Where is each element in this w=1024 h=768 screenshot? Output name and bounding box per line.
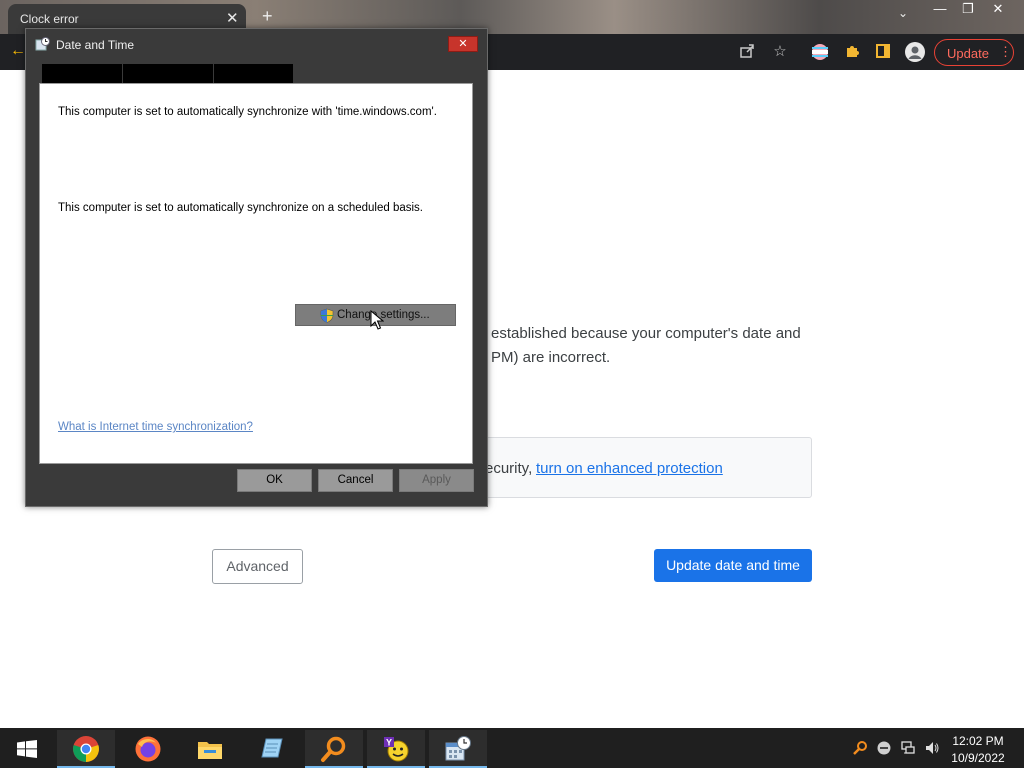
back-arrow-icon[interactable]: ← (10, 42, 26, 60)
sync-server-text: This computer is set to automatically sy… (58, 106, 437, 118)
window-close-icon[interactable]: ✕ (983, 0, 1013, 18)
new-tab-icon[interactable]: + (262, 6, 273, 27)
date-time-app-icon (35, 37, 50, 52)
tab-search-icon[interactable]: ⌄ (898, 6, 908, 20)
enhanced-protection-box: ecurity, turn on enhanced protection (470, 437, 812, 498)
apply-button[interactable]: Apply (399, 469, 474, 492)
update-label: Update (947, 46, 989, 61)
start-icon[interactable] (17, 740, 37, 758)
taskbar-clock-date[interactable]: 10/9/2022 (946, 751, 1010, 765)
profile-avatar-icon[interactable] (905, 42, 925, 62)
uac-shield-icon (320, 308, 334, 323)
calendar-clock-icon (445, 736, 471, 761)
chrome-icon (73, 736, 99, 762)
date-time-dialog: Date and Time ✕ This computer is set to … (25, 28, 488, 507)
advanced-button[interactable]: Advanced (212, 549, 303, 584)
taskbar-clock-time[interactable]: 12:02 PM (948, 734, 1008, 748)
sync-schedule-text: This computer is set to automatically sy… (58, 202, 423, 214)
tray-status-icon[interactable] (876, 740, 892, 759)
taskbar-file-explorer[interactable] (181, 730, 239, 768)
tab-date-and-time[interactable] (42, 64, 122, 84)
firefox-icon (135, 736, 161, 762)
share-icon[interactable] (738, 43, 756, 61)
window-maximize-icon[interactable]: ❐ (953, 0, 983, 18)
file-explorer-icon (198, 742, 222, 759)
clock-error-message: established because your computer's date… (491, 325, 801, 366)
cancel-button[interactable]: Cancel (318, 469, 393, 492)
tab-close-icon[interactable]: ✕ (226, 9, 239, 27)
side-panel-icon[interactable] (874, 43, 892, 61)
ok-button[interactable]: OK (237, 469, 312, 492)
internet-time-help-link[interactable]: What is Internet time synchronization? (58, 421, 253, 433)
profile-flag-icon[interactable] (811, 43, 829, 61)
window-minimize-icon[interactable]: — (925, 0, 955, 18)
volume-icon[interactable] (924, 740, 940, 759)
network-icon[interactable] (900, 740, 916, 759)
svg-text:Y: Y (386, 738, 392, 748)
tab-additional-clocks[interactable] (123, 64, 213, 84)
taskbar-date-time[interactable] (429, 730, 487, 768)
dialog-title: Date and Time (56, 38, 135, 52)
change-settings-button[interactable]: Change settings... (295, 304, 456, 330)
windows-taskbar: Y (0, 728, 1024, 768)
tray-search-icon[interactable] (852, 740, 868, 759)
notepad-icon (261, 738, 283, 758)
internet-time-panel: This computer is set to automatically sy… (39, 83, 473, 464)
search-app-icon (321, 736, 346, 762)
yahoo-messenger-icon: Y (384, 737, 409, 762)
tab-internet-time[interactable] (214, 64, 293, 84)
taskbar-notepad[interactable] (242, 730, 300, 768)
tab-title: Clock error (20, 12, 79, 26)
update-date-time-button[interactable]: Update date and time (654, 549, 812, 582)
taskbar-firefox[interactable] (119, 730, 177, 768)
dialog-close-button[interactable]: ✕ (448, 36, 478, 52)
taskbar-search-app[interactable] (305, 730, 363, 768)
mouse-cursor-icon (370, 309, 385, 330)
browser-update-button[interactable]: Update ⋮ (934, 39, 1014, 66)
taskbar-yahoo-messenger[interactable]: Y (367, 730, 425, 768)
taskbar-chrome[interactable] (57, 730, 115, 768)
enhanced-protection-link[interactable]: turn on enhanced protection (536, 460, 723, 477)
bookmark-star-icon[interactable]: ☆ (771, 43, 789, 61)
security-prefix-text: ecurity, (485, 460, 533, 477)
browser-menu-icon[interactable]: ⋮ (999, 44, 1012, 60)
extensions-puzzle-icon[interactable] (843, 43, 861, 61)
